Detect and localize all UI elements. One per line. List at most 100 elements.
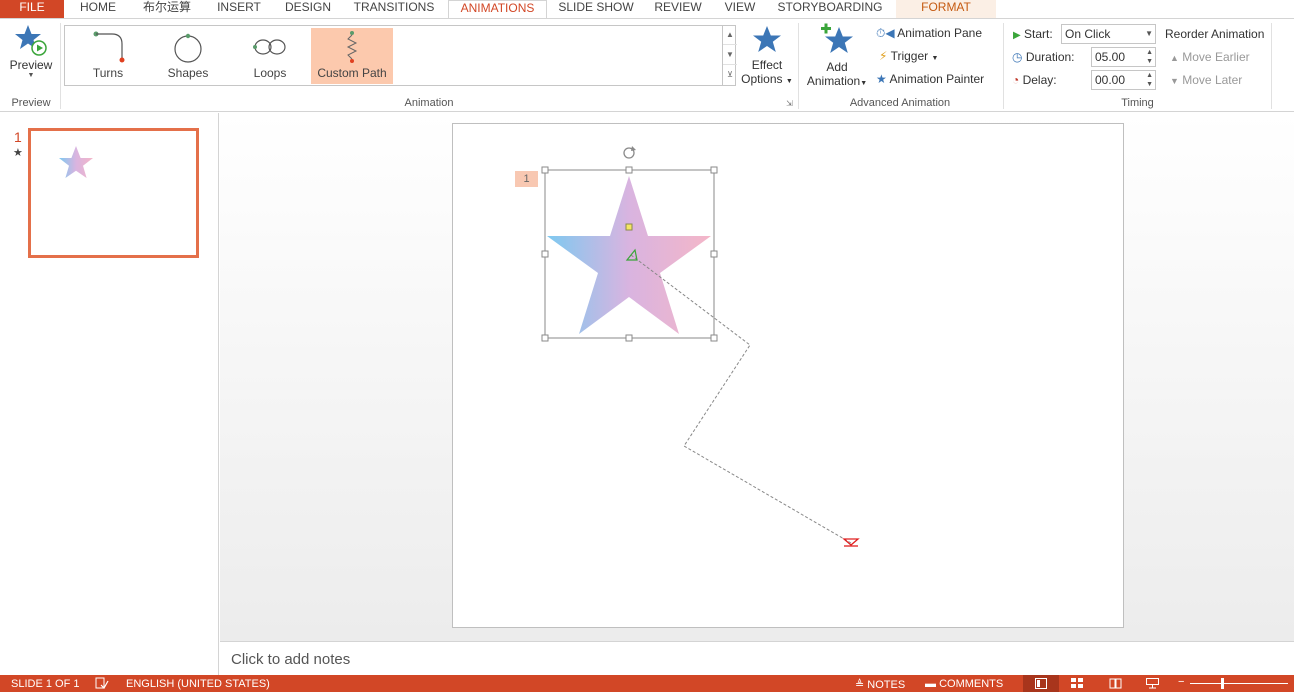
- effect-options-label-1: Effect: [751, 58, 783, 72]
- notes-toggle[interactable]: ≜ NOTES: [855, 678, 905, 691]
- notes-pane[interactable]: Click to add notes: [220, 641, 1294, 675]
- turns-path-icon: [93, 31, 125, 63]
- group-label-animation: Animation: [404, 97, 454, 109]
- language[interactable]: ENGLISH (UNITED STATES): [126, 678, 270, 690]
- status-bar: SLIDE 1 OF 1 ENGLISH (UNITED STATES) ≜ N…: [0, 675, 1294, 692]
- slide-thumbnail[interactable]: [28, 128, 199, 258]
- gallery-item-custom-path[interactable]: Custom Path: [311, 28, 393, 84]
- gallery-label: Loops: [253, 66, 287, 80]
- tab-format[interactable]: FORMAT: [896, 0, 996, 18]
- gallery-item-shapes[interactable]: Shapes: [147, 28, 229, 84]
- add-star-icon: [821, 23, 853, 53]
- duration-spinner[interactable]: 05.00 ▲ ▼: [1091, 47, 1156, 67]
- separator: [60, 23, 61, 109]
- tab-transitions[interactable]: TRANSITIONS: [344, 0, 444, 18]
- tab-design[interactable]: DESIGN: [276, 0, 340, 18]
- separator: [1003, 23, 1004, 109]
- animation-pane-label: Animation Pane: [897, 26, 982, 40]
- add-animation-text: Animation: [806, 74, 861, 88]
- tab-file[interactable]: FILE: [0, 0, 64, 18]
- add-animation-label-1: Add: [826, 60, 848, 74]
- move-earlier-button[interactable]: ▲ Move Earlier: [1170, 50, 1250, 64]
- circle-path-icon: [174, 33, 202, 63]
- gallery-more-icon[interactable]: ⊻: [723, 65, 737, 85]
- effect-options-label-2: Options ▼: [740, 72, 794, 86]
- tab-insert[interactable]: INSERT: [206, 0, 272, 18]
- chevron-down-icon: ▼: [931, 55, 939, 62]
- comments-label: COMMENTS: [939, 678, 1004, 690]
- add-animation-button[interactable]: Add Animation▼: [804, 23, 870, 95]
- animation-marker-icon: ★: [13, 147, 23, 159]
- rotate-icon[interactable]: [623, 146, 636, 159]
- dialog-launcher-icon[interactable]: ⇲: [786, 99, 793, 108]
- gallery-scrollbar[interactable]: ▲ ▼ ⊻: [722, 25, 737, 86]
- tab-boolean-ops[interactable]: 布尔运算: [132, 0, 202, 18]
- notes-icon: ≜: [855, 679, 865, 691]
- comments-toggle[interactable]: ▬ COMMENTS: [925, 678, 1003, 690]
- tab-review[interactable]: REVIEW: [645, 0, 711, 18]
- delay-spinner[interactable]: 00.00 ▲ ▼: [1091, 70, 1156, 90]
- separator: [798, 23, 799, 109]
- scroll-down-icon[interactable]: ▼: [723, 45, 737, 65]
- clock-icon: ◷: [1012, 50, 1023, 64]
- adjust-handle[interactable]: [625, 223, 633, 231]
- trigger-button[interactable]: ⚡ Trigger ▼: [879, 49, 938, 63]
- move-later-button[interactable]: ▼ Move Later: [1170, 73, 1242, 87]
- gallery-label: Shapes: [167, 66, 209, 80]
- start-label-text: Start:: [1024, 27, 1053, 41]
- reading-view-button[interactable]: [1109, 678, 1122, 692]
- gallery-label: Custom Path: [317, 66, 387, 80]
- thumbnail-star-icon: [59, 146, 93, 178]
- zoom-slider-track[interactable]: [1190, 683, 1288, 684]
- star-icon: [753, 26, 781, 52]
- add-animation-label-2: Animation▼: [804, 74, 870, 88]
- preview-button[interactable]: Preview ▼: [6, 23, 56, 89]
- gallery-item-loops[interactable]: Loops: [229, 28, 311, 84]
- spellcheck-icon[interactable]: [95, 676, 109, 692]
- tab-storyboarding[interactable]: STORYBOARDING: [769, 0, 891, 18]
- slide-content: [541, 146, 860, 547]
- animation-pane-button[interactable]: ⏱◀ Animation Pane: [876, 26, 982, 41]
- group-label-timing: Timing: [1121, 97, 1154, 109]
- tab-animations[interactable]: ANIMATIONS: [448, 0, 547, 19]
- gallery-item-turns[interactable]: Turns: [67, 28, 149, 84]
- animation-painter-button[interactable]: ★ Animation Painter: [876, 72, 984, 86]
- slide-sorter-icon: [1071, 678, 1083, 688]
- book-icon: [1109, 678, 1122, 689]
- start-label: ▶ Start:: [1013, 27, 1053, 41]
- start-dropdown[interactable]: On Click ▼: [1061, 24, 1156, 44]
- animation-painter-label: Animation Painter: [889, 72, 985, 86]
- chevron-down-icon: ▼: [1145, 29, 1153, 38]
- projector-icon: [1146, 678, 1159, 689]
- zoom-out-icon[interactable]: −: [1178, 676, 1184, 688]
- spinner-arrows-icon[interactable]: ▲ ▼: [1146, 48, 1153, 66]
- lightning-icon: ⚡: [879, 49, 888, 63]
- paintbrush-star-icon: ★: [876, 72, 887, 86]
- scroll-up-icon[interactable]: ▲: [723, 25, 737, 45]
- tab-slide-show[interactable]: SLIDE SHOW: [551, 0, 641, 18]
- delay-label: ◔ Delay:: [1012, 73, 1057, 87]
- group-label-preview: Preview: [11, 97, 51, 109]
- normal-view-button[interactable]: [1023, 675, 1059, 692]
- tab-home[interactable]: HOME: [68, 0, 128, 18]
- comment-icon: ▬: [925, 678, 936, 690]
- effect-options-button[interactable]: Effect Options ▼: [740, 25, 794, 95]
- notes-placeholder: Click to add notes: [231, 651, 351, 668]
- triangle-down-icon: ▼: [1170, 76, 1179, 86]
- reorder-animation-label: Reorder Animation: [1165, 27, 1265, 41]
- tab-view[interactable]: VIEW: [715, 0, 765, 18]
- preview-label: Preview: [9, 58, 53, 72]
- slide-sorter-button[interactable]: [1071, 678, 1084, 692]
- notes-label: NOTES: [867, 679, 906, 691]
- triangle-up-icon: ▲: [1170, 53, 1179, 63]
- chevron-down-icon: ▼: [860, 80, 868, 87]
- star-shape[interactable]: [547, 176, 711, 334]
- spinner-arrows-icon[interactable]: ▲ ▼: [1146, 71, 1153, 89]
- star-play-icon: [15, 25, 47, 56]
- start-value: On Click: [1065, 27, 1111, 41]
- slideshow-button[interactable]: [1146, 678, 1159, 692]
- zoom-slider-thumb[interactable]: [1221, 678, 1224, 689]
- move-earlier-label: Move Earlier: [1182, 50, 1250, 64]
- preview-dropdown-arrow-icon: ▼: [27, 72, 35, 79]
- slide-thumbnails-pane: 1 ★: [0, 113, 219, 675]
